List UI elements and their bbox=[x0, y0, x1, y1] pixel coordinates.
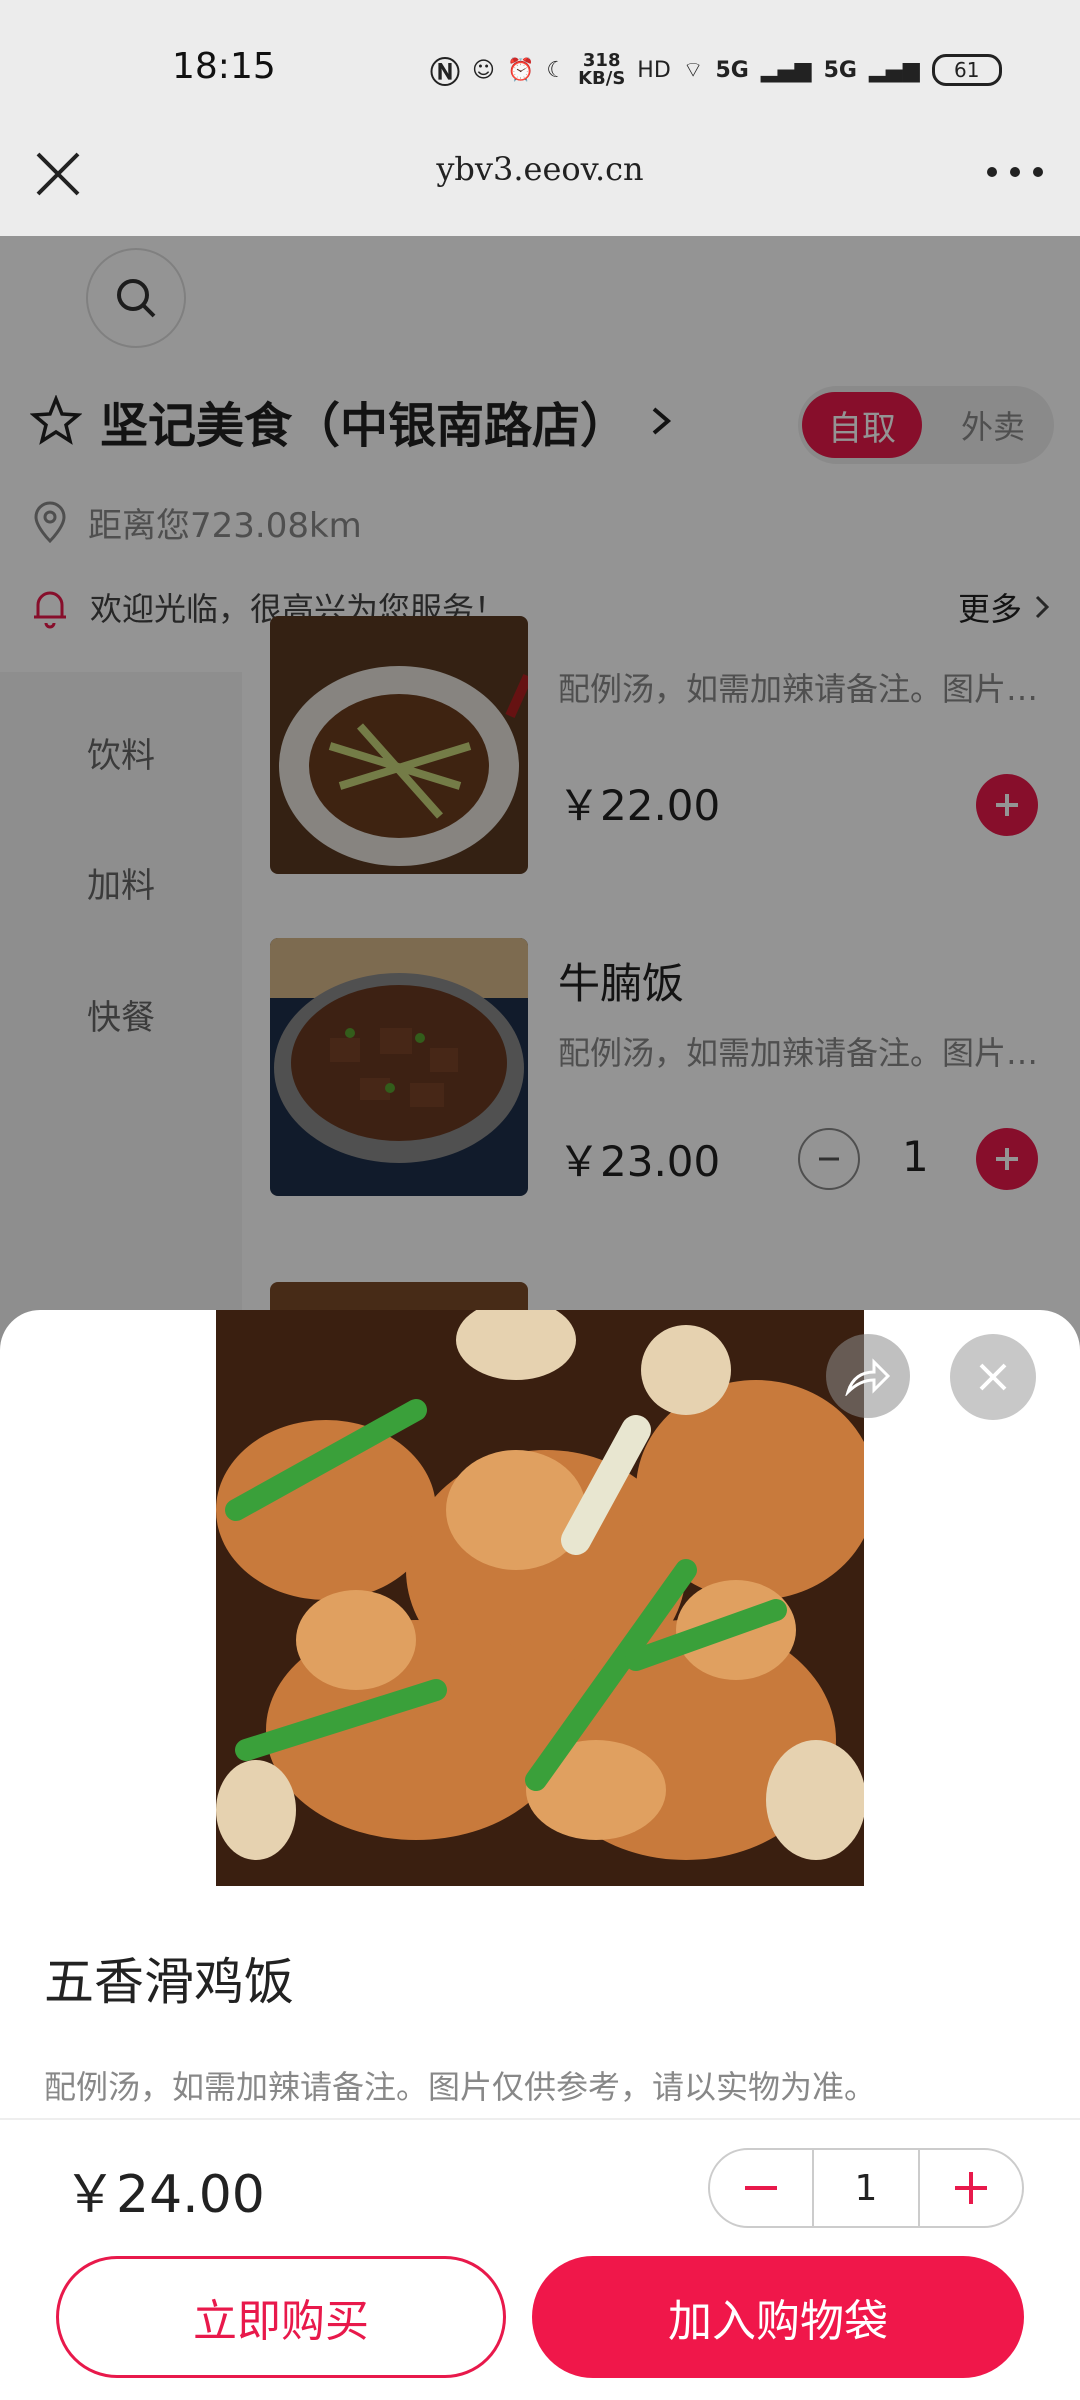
product-image bbox=[216, 1310, 864, 1886]
minus-icon bbox=[745, 2186, 777, 2190]
product-price: ￥24.00 bbox=[64, 2165, 265, 2225]
add-to-bag-button[interactable]: 加入购物袋 bbox=[532, 2256, 1024, 2378]
signal-5g-1: 5G bbox=[715, 57, 749, 83]
alarm-icon: ⏰ bbox=[506, 57, 535, 83]
share-button[interactable] bbox=[826, 1334, 910, 1418]
wifi-icon: ⌔ bbox=[682, 58, 704, 83]
status-icons: Ⓝ ☺ ⏰ ☾ 318 KB/S HD ⌔ 5G ▂▄▆ 5G ▂▄▆ 61 bbox=[430, 48, 1002, 92]
close-sheet-button[interactable] bbox=[950, 1334, 1036, 1420]
quantity-value[interactable]: 1 bbox=[812, 2150, 920, 2226]
app-icon: ☺ bbox=[472, 57, 495, 83]
page-url: ybv3.eeov.cn bbox=[436, 150, 644, 188]
decrease-button[interactable] bbox=[710, 2150, 812, 2226]
signal-bars-icon: ▂▄▆ bbox=[760, 57, 812, 83]
signal-bars-icon: ▂▄▆ bbox=[868, 57, 920, 83]
product-detail-sheet: 五香滑鸡饭 配例汤，如需加辣请备注。图片仅供参考，请以实物为准。 ￥24.00 … bbox=[0, 1310, 1080, 2400]
divider bbox=[0, 2118, 1080, 2120]
browser-top-bar: ybv3.eeov.cn bbox=[0, 120, 1080, 236]
close-icon bbox=[979, 1363, 1007, 1391]
battery-icon: 61 bbox=[931, 54, 1002, 86]
plus-icon bbox=[955, 2172, 987, 2204]
status-time: 18:15 bbox=[172, 46, 276, 87]
quantity-stepper: 1 bbox=[708, 2148, 1024, 2228]
buy-now-button[interactable]: 立即购买 bbox=[56, 2256, 506, 2378]
status-bar: 18:15 Ⓝ ☺ ⏰ ☾ 318 KB/S HD ⌔ 5G ▂▄▆ 5G ▂▄▆… bbox=[0, 0, 1080, 120]
product-name: 五香滑鸡饭 bbox=[44, 1953, 294, 2011]
product-desc: 配例汤，如需加辣请备注。图片仅供参考，请以实物为准。 bbox=[44, 2068, 877, 2106]
signal-5g-2: 5G bbox=[823, 57, 857, 83]
increase-button[interactable] bbox=[920, 2150, 1022, 2226]
nfc-icon: Ⓝ bbox=[430, 56, 460, 91]
more-dots-icon[interactable] bbox=[980, 152, 1050, 192]
moon-icon: ☾ bbox=[546, 57, 567, 83]
hd-icon: HD bbox=[637, 57, 671, 83]
net-speed: 318 KB/S bbox=[578, 50, 626, 89]
share-icon bbox=[845, 1358, 891, 1396]
